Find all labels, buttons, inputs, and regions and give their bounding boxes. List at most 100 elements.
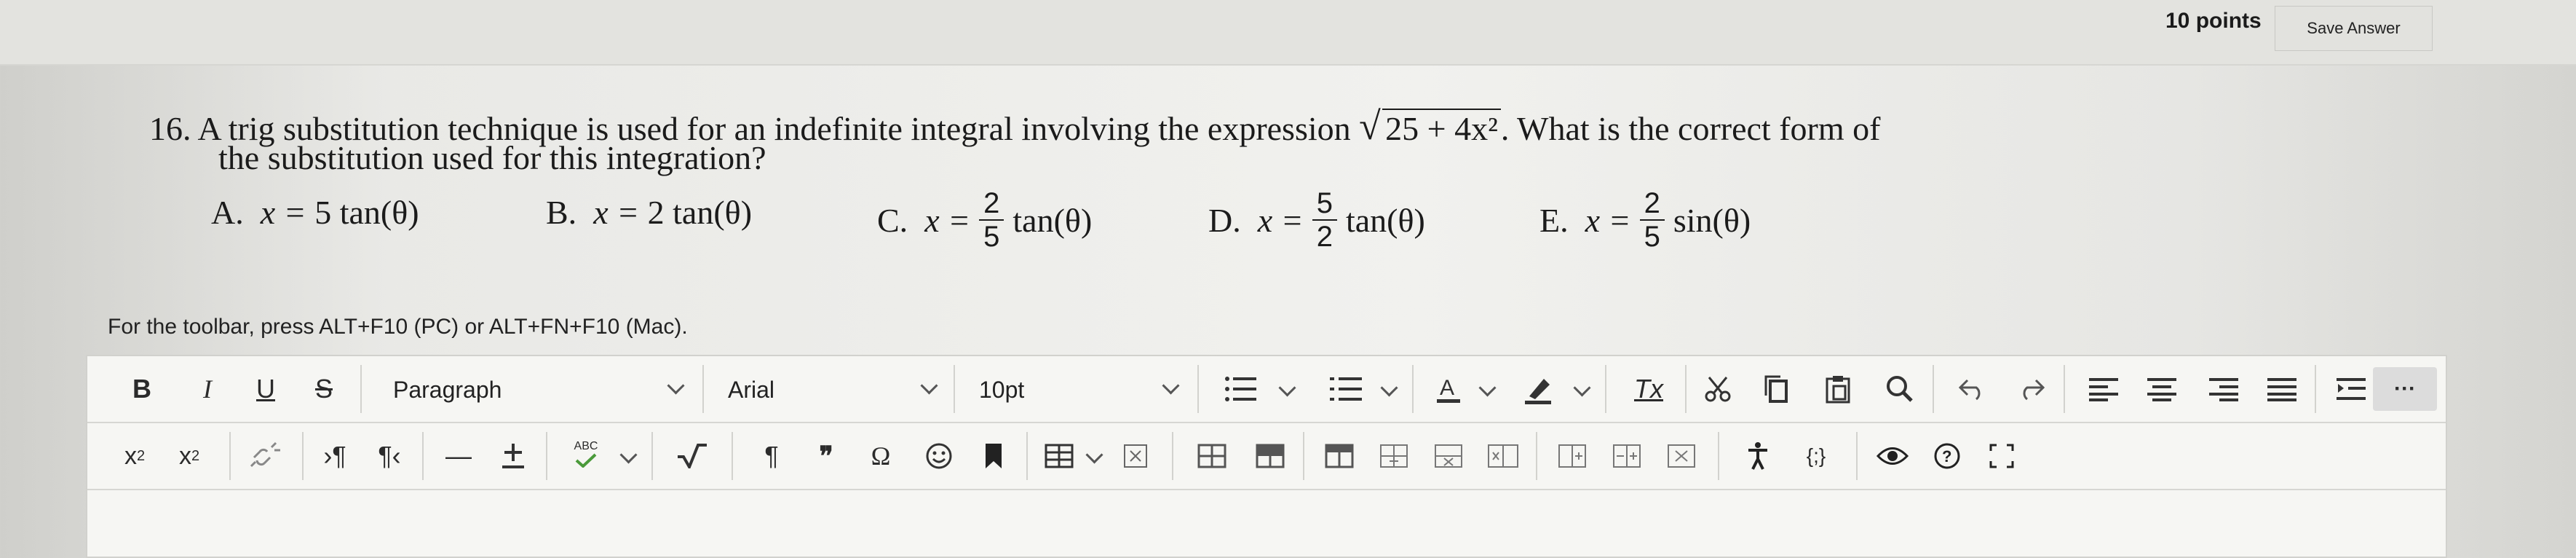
underline-button[interactable]: U xyxy=(247,369,284,409)
answer-label: A. xyxy=(211,194,244,231)
table-icon[interactable] xyxy=(1037,436,1081,476)
paste-icon[interactable] xyxy=(1816,369,1860,409)
header-bar: 10 points Save Answer xyxy=(0,0,2576,66)
fullscreen-icon[interactable] xyxy=(1980,436,2024,476)
delete-column-icon[interactable] xyxy=(1660,436,1703,476)
bullet-list-icon[interactable] xyxy=(1212,371,1270,407)
separator xyxy=(1026,432,1028,480)
align-left-icon[interactable] xyxy=(2082,371,2125,407)
spellcheck-icon[interactable]: ABC xyxy=(557,432,615,476)
italic-button[interactable]: I xyxy=(189,369,226,409)
answer-b[interactable]: B. x = 2 tan(θ) xyxy=(546,193,752,232)
clear-formatting-button[interactable]: Tx xyxy=(1623,369,1674,409)
chevron-down-icon[interactable] xyxy=(1573,379,1591,397)
answer-func: tan(θ) xyxy=(673,194,753,231)
answer-e[interactable]: E. x = 25 sin(θ) xyxy=(1539,187,1751,253)
rtl-icon[interactable]: ¶‹ xyxy=(368,436,411,476)
insert-column-before-icon[interactable] xyxy=(1550,436,1594,476)
size-value: 10pt xyxy=(979,376,1025,403)
separator xyxy=(1856,432,1858,480)
chevron-down-icon[interactable] xyxy=(1278,379,1296,397)
align-center-icon[interactable] xyxy=(2140,371,2184,407)
superscript-icon[interactable]: x2 xyxy=(113,436,156,476)
delete-table-icon[interactable] xyxy=(1114,436,1157,476)
sqrt-expression: 25 + 4x² xyxy=(1359,105,1501,150)
separator xyxy=(1605,365,1606,413)
undo-icon[interactable] xyxy=(1951,369,1994,409)
paragraph-dropdown[interactable]: Paragraph xyxy=(393,374,699,406)
unlink-icon[interactable] xyxy=(244,436,288,476)
chevron-down-icon[interactable] xyxy=(1085,446,1103,464)
bold-button[interactable]: B xyxy=(124,369,160,409)
separator xyxy=(702,365,704,413)
indent-icon[interactable] xyxy=(2329,371,2373,407)
special-character-icon[interactable]: Ω xyxy=(859,436,903,476)
font-value: Arial xyxy=(728,376,775,403)
text-color-icon[interactable]: A xyxy=(1427,369,1470,409)
numbered-list-icon[interactable] xyxy=(1317,371,1376,407)
strikethrough-button[interactable]: S xyxy=(306,369,342,409)
numerator: 2 xyxy=(979,187,1004,221)
chevron-down-icon xyxy=(1162,377,1180,395)
font-family-dropdown[interactable]: Arial xyxy=(728,374,946,406)
denominator: 5 xyxy=(1644,221,1660,253)
subscript-icon[interactable]: x2 xyxy=(167,436,211,476)
answer-coef: 5 xyxy=(314,194,332,231)
insert-column-after-icon[interactable] xyxy=(1605,436,1649,476)
numerator: 2 xyxy=(1639,187,1665,221)
highlight-icon[interactable] xyxy=(1518,369,1561,409)
horizontal-line-button[interactable]: — xyxy=(437,436,480,476)
answer-lhs: x = xyxy=(260,194,306,231)
redo-icon[interactable] xyxy=(2009,369,2053,409)
cut-icon[interactable] xyxy=(1696,369,1740,409)
chevron-down-icon[interactable] xyxy=(1380,379,1398,397)
math-equation-icon[interactable] xyxy=(662,436,721,476)
justify-icon[interactable] xyxy=(2260,371,2304,407)
answer-lhs: x = xyxy=(593,194,640,231)
insert-row-before-icon[interactable] xyxy=(1317,436,1361,476)
separator xyxy=(732,432,733,480)
ltr-icon[interactable]: ›¶ xyxy=(313,436,357,476)
preview-icon[interactable] xyxy=(1871,436,1914,476)
answer-lhs: x = xyxy=(1257,201,1304,239)
insert-row-after-icon[interactable] xyxy=(1372,436,1416,476)
fraction: 52 xyxy=(1312,187,1337,253)
chevron-down-icon[interactable] xyxy=(1478,379,1497,397)
align-right-icon[interactable] xyxy=(2202,371,2246,407)
chevron-down-icon xyxy=(920,377,938,395)
answer-d[interactable]: D. x = 52 tan(θ) xyxy=(1208,187,1425,253)
separator xyxy=(1172,432,1173,480)
separator xyxy=(360,365,362,413)
pilcrow-icon[interactable]: ¶ xyxy=(750,436,793,476)
row-properties-icon[interactable] xyxy=(1248,436,1292,476)
numerator: 5 xyxy=(1312,187,1337,221)
copy-icon[interactable] xyxy=(1754,369,1798,409)
bookmark-icon[interactable] xyxy=(972,436,1015,476)
accessibility-icon[interactable] xyxy=(1736,436,1780,476)
cell-properties-icon[interactable] xyxy=(1190,436,1234,476)
question-line2: the substitution used for this integrati… xyxy=(218,139,766,176)
delete-row-icon[interactable] xyxy=(1427,436,1470,476)
emoji-icon[interactable] xyxy=(917,436,961,476)
separator xyxy=(1412,365,1414,413)
denominator: 2 xyxy=(1316,221,1333,253)
search-icon[interactable] xyxy=(1878,369,1922,409)
answer-c[interactable]: C. x = 25 tan(θ) xyxy=(877,187,1092,253)
font-size-dropdown[interactable]: 10pt xyxy=(979,374,1190,406)
help-icon[interactable]: ? xyxy=(1925,436,1969,476)
save-answer-button[interactable]: Save Answer xyxy=(2275,6,2433,51)
chevron-down-icon[interactable] xyxy=(619,446,638,464)
blockquote-icon[interactable]: ❞ xyxy=(804,436,848,476)
question-after: . What is the correct form of xyxy=(1500,110,1881,147)
answer-a[interactable]: A. x = 5 tan(θ) xyxy=(211,193,419,232)
denominator: 5 xyxy=(983,221,1000,253)
insert-column-icon[interactable] xyxy=(1481,436,1525,476)
more-options-button[interactable]: ··· xyxy=(2373,367,2437,411)
separator xyxy=(1197,365,1199,413)
plus-minus-icon[interactable] xyxy=(491,436,535,476)
source-code-button[interactable]: {;} xyxy=(1787,436,1845,476)
answer-coef: 2 xyxy=(647,194,665,231)
answer-func: tan(θ) xyxy=(339,194,419,231)
answer-label: E. xyxy=(1539,201,1569,239)
toolbar-row-2: x2 x2 ›¶ ¶‹ — ABC ¶ ❞ Ω {;} ? xyxy=(87,423,2446,490)
